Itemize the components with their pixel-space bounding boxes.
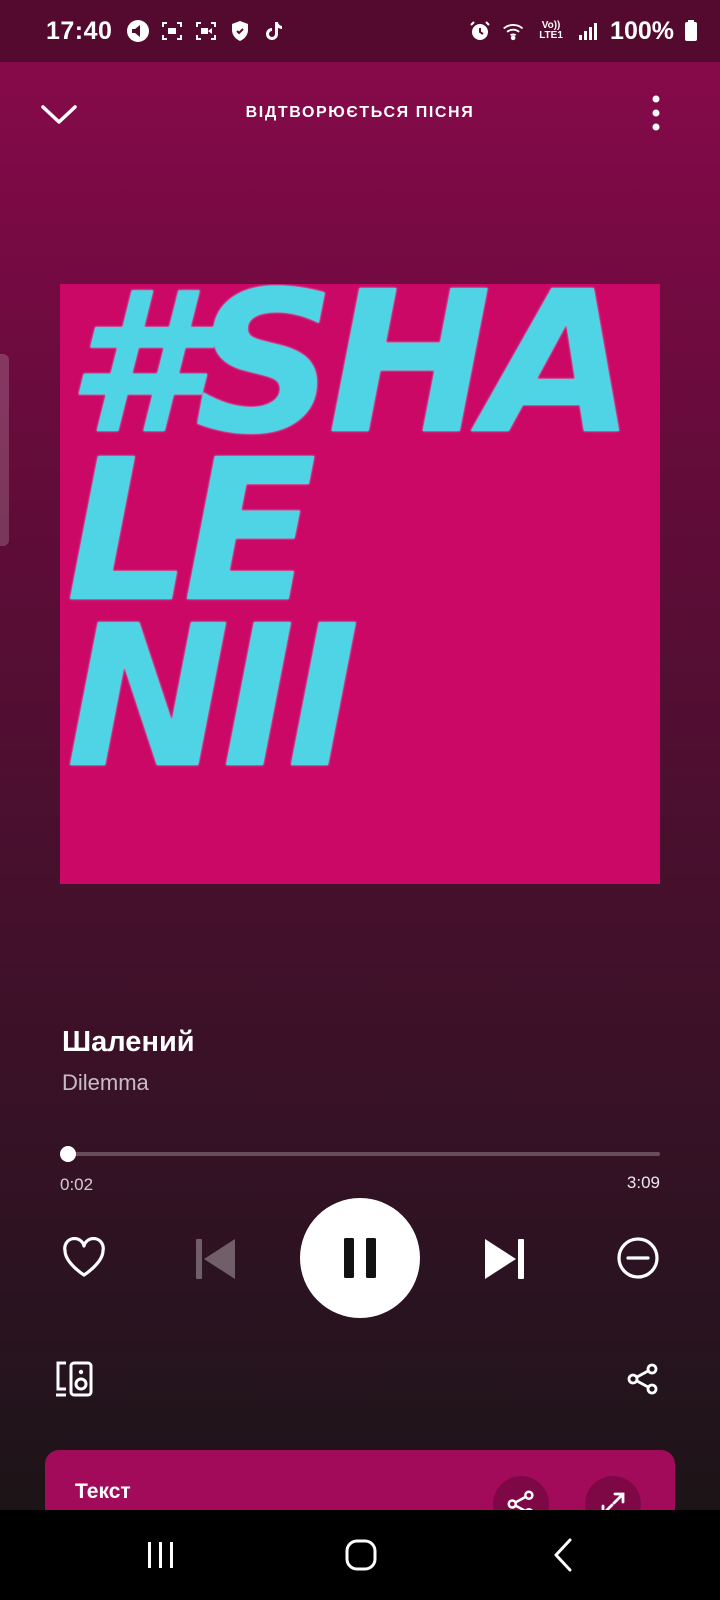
tiktok-icon [262, 19, 286, 43]
now-playing-screen: 17:40 Vo)) LTE1 100% ВІДТВОРЮЄТЬСЯ ПІСНЯ… [0, 0, 720, 1510]
next-track-button[interactable] [478, 1232, 532, 1286]
status-icons-left [126, 19, 286, 43]
pause-icon [344, 1238, 376, 1278]
home-icon [345, 1539, 377, 1571]
progress-bar[interactable] [60, 1146, 660, 1162]
track-title[interactable]: Шалений [62, 1026, 195, 1059]
total-time: 3:09 [626, 1173, 660, 1192]
shield-icon [228, 19, 252, 43]
cover-line-3: NII [66, 584, 360, 812]
signal-icon [576, 19, 600, 43]
devices-icon [56, 1361, 93, 1397]
skip-next-icon [485, 1239, 524, 1279]
track-artist[interactable]: Dilemma [62, 1070, 149, 1096]
lyrics-card[interactable]: Текст [45, 1450, 675, 1510]
progress-thumb[interactable] [60, 1146, 77, 1162]
player-header: ВІДТВОРЮЄТЬСЯ ПІСНЯ [0, 80, 720, 146]
status-bar: 17:40 Vo)) LTE1 100% [0, 0, 720, 62]
wifi-icon [502, 19, 526, 43]
back-button[interactable] [533, 1532, 593, 1578]
elapsed-time: 0:02 [60, 1175, 94, 1194]
status-icons-right: Vo)) LTE1 100% [468, 17, 698, 46]
chevron-down-icon [41, 105, 77, 124]
hide-song-button[interactable] [612, 1232, 664, 1284]
more-options-button[interactable] [644, 92, 668, 134]
announcement-icon [126, 19, 150, 43]
lyrics-expand-button[interactable] [585, 1476, 641, 1510]
heart-icon [63, 1237, 105, 1277]
skip-previous-icon [196, 1239, 235, 1279]
previous-track-button[interactable] [188, 1232, 242, 1286]
screen-record-icon [194, 19, 218, 43]
pause-button[interactable] [300, 1198, 420, 1318]
battery-icon [684, 19, 698, 43]
minus-circle-icon [617, 1237, 659, 1279]
album-cover: #SHA LE NII [60, 284, 660, 884]
share-icon [627, 1363, 658, 1395]
network-label-bottom: LTE1 [539, 30, 563, 41]
like-button[interactable] [58, 1232, 110, 1284]
back-icon [554, 1538, 572, 1572]
connect-device-button[interactable] [52, 1356, 98, 1402]
lyrics-title: Текст [75, 1480, 131, 1503]
share-icon [507, 1490, 534, 1510]
screen-capture-icon [160, 19, 184, 43]
lte-indicator: Vo)) LTE1 [536, 19, 566, 43]
status-time: 17:40 [46, 16, 113, 45]
header-title: ВІДТВОРЮЄТЬСЯ ПІСНЯ [245, 104, 475, 121]
lyrics-share-button[interactable] [493, 1476, 549, 1510]
share-button[interactable] [622, 1358, 664, 1400]
expand-icon [601, 1492, 625, 1510]
recents-button[interactable] [131, 1532, 191, 1578]
collapse-player-button[interactable] [38, 94, 80, 136]
recents-icon [148, 1542, 173, 1568]
more-vertical-icon [652, 95, 660, 131]
alarm-icon [468, 19, 492, 43]
battery-percent: 100% [610, 16, 674, 45]
system-navigation-bar [0, 1510, 720, 1600]
edge-panel-handle[interactable] [0, 354, 9, 546]
home-button[interactable] [331, 1532, 391, 1578]
